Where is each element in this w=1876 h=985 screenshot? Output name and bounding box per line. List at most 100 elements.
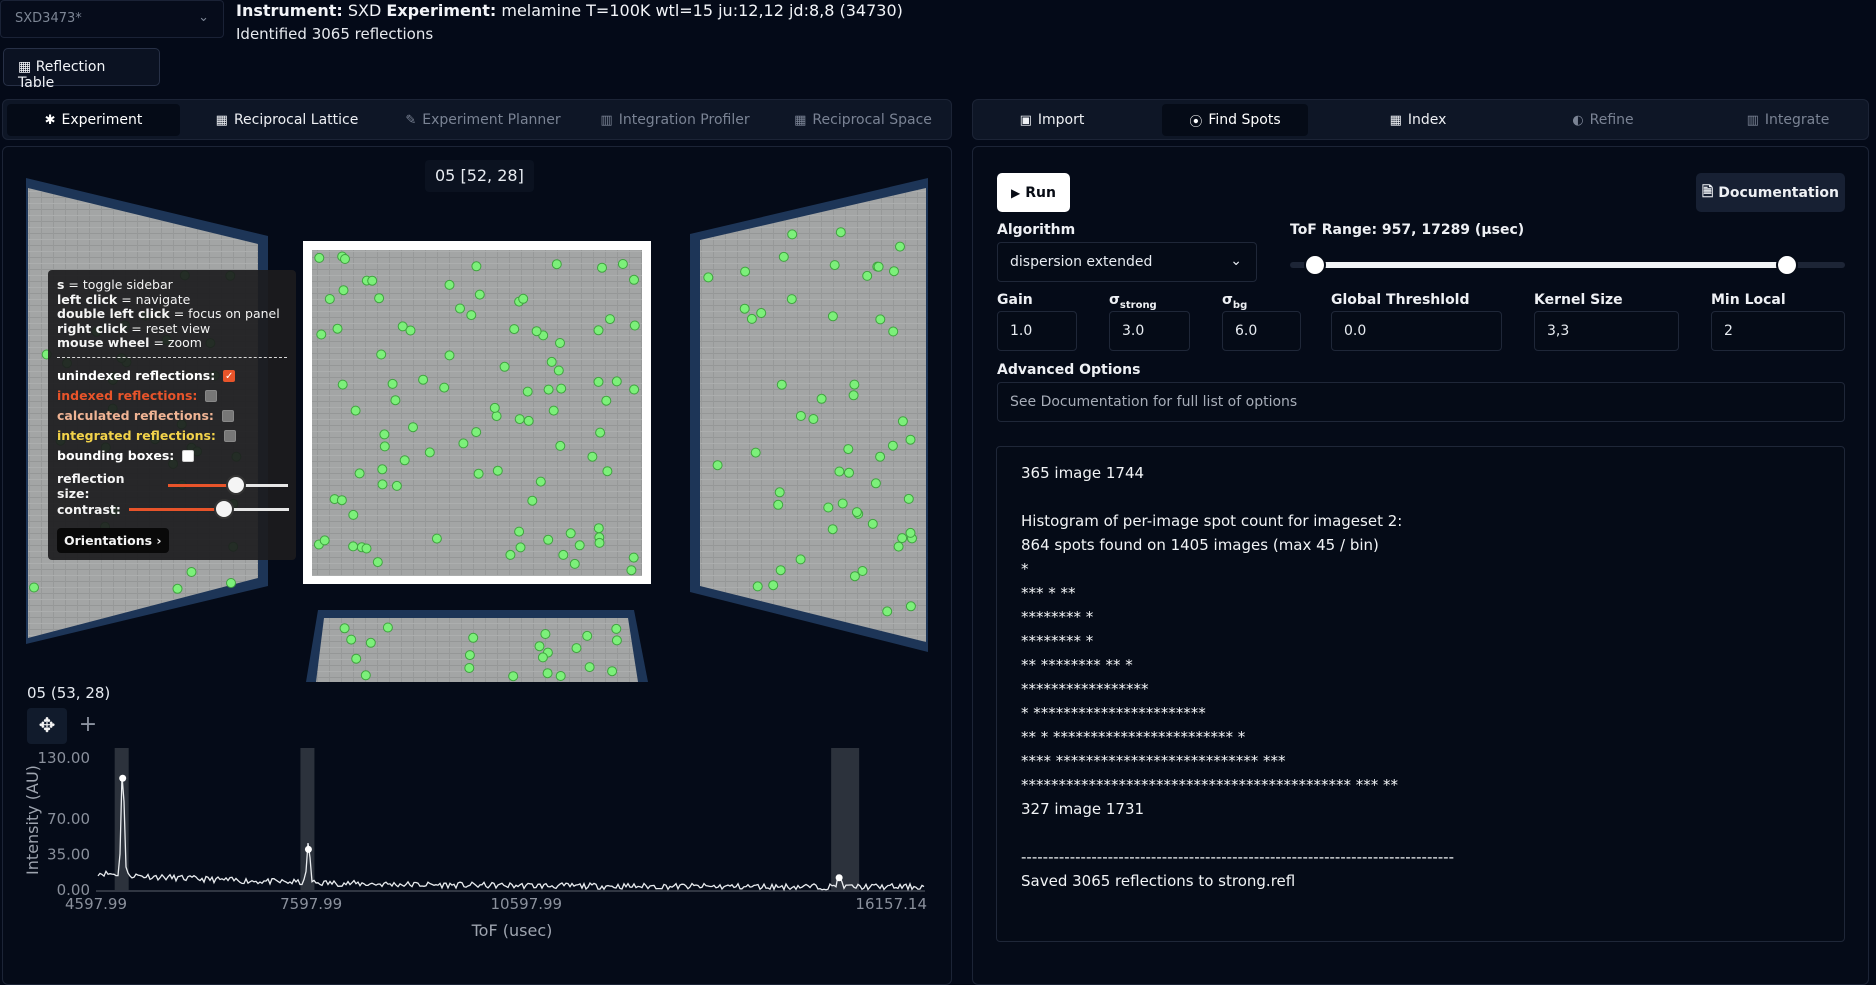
global-threshold-label: Global Threshlold	[1331, 292, 1470, 308]
reflection-spot	[391, 480, 402, 491]
reflection-spot	[543, 384, 554, 395]
reflection-spot	[444, 350, 455, 361]
run-button[interactable]: ▶ Run	[997, 173, 1070, 212]
reflection-spot	[893, 541, 904, 552]
unindexed-checkbox[interactable]: ✓	[223, 369, 236, 382]
peak-band	[300, 748, 315, 890]
reflection-spot	[569, 558, 580, 569]
reflection-size-handle[interactable]	[226, 475, 247, 495]
option-calculated-reflections[interactable]: calculated reflections:	[57, 406, 287, 426]
reflection-spot	[605, 314, 615, 325]
detector-panel-bottom[interactable]	[306, 610, 648, 682]
reflection-spot	[332, 323, 343, 334]
option-integrated-reflections[interactable]: integrated reflections:	[57, 426, 287, 446]
find-spots-log[interactable]: 365 image 1744 Histogram of per-image spo…	[996, 446, 1845, 942]
pan-tool-button[interactable]: ✥	[27, 708, 67, 744]
reflection-spot	[424, 447, 435, 458]
option-unindexed-reflections[interactable]: unindexed reflections: ✓	[57, 366, 287, 386]
algorithm-select[interactable]: dispersion extended ⌄	[997, 242, 1257, 282]
reflection-spot	[471, 261, 482, 272]
contrast-slider[interactable]	[128, 499, 289, 519]
reflection-size-slider[interactable]	[168, 475, 289, 495]
help-text: s = toggle sidebar left click = navigate…	[57, 277, 280, 350]
gain-input[interactable]: 1.0	[997, 311, 1077, 351]
reflection-spot	[431, 533, 442, 544]
reflection-spot	[379, 429, 390, 440]
indexed-checkbox[interactable]	[205, 389, 218, 402]
calculated-checkbox[interactable]	[221, 409, 234, 422]
x-tick-label: 7597.99	[280, 895, 342, 913]
reflection-spot	[593, 376, 604, 387]
min-local-label: Min Local	[1711, 292, 1786, 308]
tab-experiment[interactable]: ✱ Experiment	[7, 104, 180, 136]
tab-reciprocal-lattice[interactable]: ▦ Reciprocal Lattice	[203, 104, 371, 136]
reflection-table-button[interactable]: ▦ Reflection Table	[3, 48, 160, 91]
peak-band	[831, 748, 860, 890]
peak-point[interactable]	[119, 774, 127, 782]
option-indexed-reflections[interactable]: indexed reflections:	[57, 386, 287, 406]
reflection-spot	[518, 293, 529, 304]
reflection-spot	[768, 580, 779, 591]
zoom-tool-button[interactable]: +	[70, 708, 106, 744]
sigma-bg-input[interactable]: 6.0	[1222, 311, 1301, 351]
tab-import[interactable]: ▣ Import	[977, 104, 1127, 136]
peak-point[interactable]	[304, 845, 312, 853]
reflection-spot	[546, 356, 557, 367]
reflection-spot	[849, 571, 860, 582]
reflection-spot	[543, 534, 554, 545]
reflection-spot	[795, 411, 806, 421]
detector-panel-right[interactable]	[690, 178, 928, 652]
reflection-spot	[531, 326, 542, 337]
orientations-button[interactable]: Orientations ›	[57, 527, 169, 553]
min-local-input[interactable]: 2	[1711, 311, 1845, 351]
reflection-spot	[593, 325, 604, 336]
reflection-spot	[186, 567, 197, 577]
target-icon: ⦿	[1189, 114, 1203, 130]
integrated-checkbox[interactable]	[223, 429, 236, 442]
reflection-spot	[628, 552, 639, 563]
divider	[57, 356, 287, 358]
tab-refine[interactable]: ◐ Refine	[1533, 104, 1673, 136]
tof-range-min-handle[interactable]	[1304, 254, 1326, 276]
x-tick-label: 4597.99	[65, 895, 127, 913]
kernel-size-input[interactable]: 3,3	[1534, 311, 1679, 351]
tof-range-slider[interactable]	[1290, 254, 1845, 276]
algorithm-label: Algorithm	[997, 222, 1076, 238]
reflection-spot	[897, 533, 908, 544]
reflection-spot	[324, 294, 335, 304]
documentation-button[interactable]: 🗎 Documentation	[1696, 173, 1845, 212]
kernel-size-label: Kernel Size	[1534, 292, 1623, 308]
reflection-spot	[372, 557, 383, 568]
reflection-spot	[553, 365, 564, 376]
tab-reciprocal-space[interactable]: ▦ Reciprocal Space	[793, 104, 933, 136]
sigma-strong-input[interactable]: 3.0	[1109, 311, 1190, 351]
tab-integration-profiler[interactable]: ▥ Integration Profiler	[593, 104, 757, 136]
global-threshold-input[interactable]: 0.0	[1331, 311, 1502, 351]
bounding-boxes-checkbox[interactable]	[182, 449, 195, 462]
peak-point[interactable]	[835, 874, 843, 882]
tof-range-max-handle[interactable]	[1776, 254, 1798, 276]
tab-index[interactable]: ▦ Index	[1343, 104, 1493, 136]
reflection-spot	[816, 393, 827, 404]
advanced-options-input[interactable]: See Documentation for full list of optio…	[997, 382, 1845, 422]
reflection-spot	[354, 468, 365, 479]
reflection-spot	[172, 583, 183, 594]
file-select[interactable]: SXD3473* ⌄	[0, 0, 224, 38]
tab-experiment-planner[interactable]: ✎ Experiment Planner	[398, 104, 568, 136]
tab-integrate[interactable]: ▥ Integrate	[1713, 104, 1863, 136]
reflection-spot	[408, 422, 418, 433]
reflection-spot	[548, 405, 559, 416]
contrast-row: contrast:	[57, 498, 289, 522]
reflection-spot	[379, 441, 390, 452]
log-line: ******** *	[1021, 608, 1094, 626]
contrast-handle[interactable]	[213, 499, 234, 519]
log-scroll-fade	[1021, 447, 1820, 461]
option-bounding-boxes[interactable]: bounding boxes:	[57, 446, 287, 466]
reflection-spot	[867, 518, 878, 529]
tof-profile-chart[interactable]: 130.0070.0035.000.004597.99 7597.99 10597.…	[0, 740, 952, 940]
reflection-spot	[823, 502, 834, 513]
reflection-spot	[523, 415, 534, 426]
tab-find-spots[interactable]: ⦿ Find Spots	[1162, 104, 1308, 136]
reflection-spot	[611, 635, 622, 646]
